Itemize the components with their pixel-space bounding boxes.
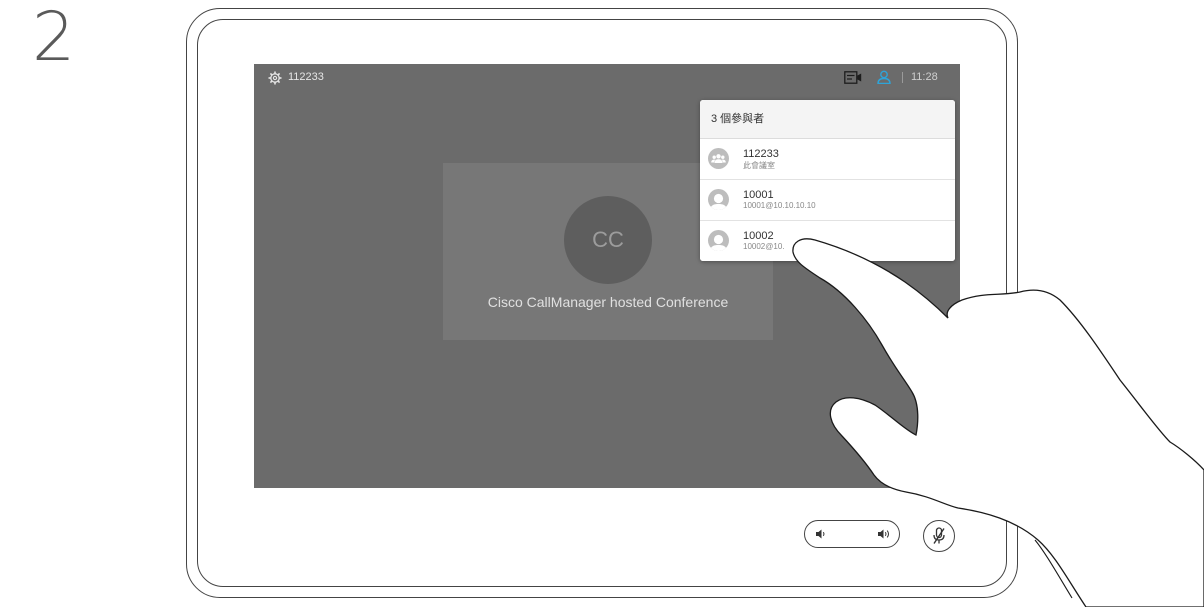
participant-name: 10001 (743, 189, 774, 201)
participants-popup: 3 個參與者 112233 此會議室 10001 10001@10.10.10.… (700, 100, 955, 261)
participant-name: 112233 (743, 148, 779, 160)
volume-down-icon[interactable] (815, 528, 827, 540)
person-icon (708, 189, 729, 210)
participant-address: 10001@10.10.10.10 (743, 201, 816, 210)
step-number: 2 (32, 0, 76, 77)
person-icon (708, 230, 729, 251)
participant-row[interactable]: 10002 10002@10. (700, 221, 955, 261)
participant-address: 10002@10. (743, 242, 785, 251)
participant-name: 10002 (743, 230, 774, 242)
volume-control[interactable] (804, 520, 900, 548)
participant-row[interactable]: 10001 10001@10.10.10.10 (700, 180, 955, 221)
group-icon (708, 148, 729, 169)
top-status-bar: 112233 11:28 (254, 64, 960, 92)
clock: 11:28 (911, 71, 938, 83)
microphone-muted-icon (933, 527, 945, 544)
participants-count-header: 3 個參與者 (700, 100, 955, 139)
conference-avatar: CC (564, 196, 652, 284)
volume-up-icon[interactable] (877, 528, 891, 540)
participant-address: 此會議室 (743, 161, 775, 170)
conference-name: Cisco CallManager hosted Conference (487, 294, 729, 310)
participants-icon[interactable] (877, 70, 891, 84)
participant-row[interactable]: 112233 此會議室 (700, 139, 955, 180)
settings-icon[interactable] (268, 71, 282, 85)
topbar-divider (902, 72, 903, 83)
mute-button[interactable] (923, 520, 955, 552)
video-layout-icon[interactable] (844, 71, 862, 84)
meeting-id: 112233 (288, 71, 324, 83)
